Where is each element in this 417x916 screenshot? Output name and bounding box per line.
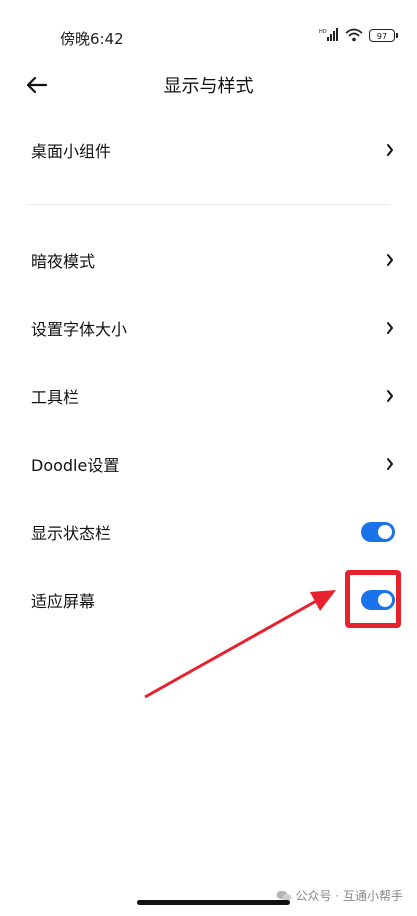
toggle-knob <box>378 525 392 539</box>
status-icons: HD 97 <box>319 28 398 42</box>
settings-row-dark-mode[interactable]: 暗夜模式 <box>0 230 417 290</box>
chevron-right-icon <box>387 144 393 156</box>
chevron-right-icon <box>387 390 393 402</box>
status-bar: 傍晚6:42 HD 97 <box>0 0 417 70</box>
chevron-right-icon <box>387 254 393 266</box>
chevron-right-icon <box>387 322 393 334</box>
settings-row-toolbar[interactable]: 工具栏 <box>0 366 417 426</box>
row-label: 工具栏 <box>31 388 80 407</box>
settings-row-font-size[interactable]: 设置字体大小 <box>0 298 417 358</box>
watermark-text: 公众号 · 互通小帮手 <box>295 889 403 903</box>
settings-row-show-status-bar: 显示状态栏 <box>0 502 417 562</box>
row-label: 适应屏幕 <box>31 592 96 611</box>
network-badge: HD <box>319 29 327 35</box>
app-bar: 显示与样式 <box>0 62 417 106</box>
row-label: Doodle设置 <box>31 456 120 475</box>
row-label: 暗夜模式 <box>31 252 96 271</box>
show-status-bar-toggle[interactable] <box>361 522 395 542</box>
section-divider <box>27 204 390 205</box>
annotation-highlight-box <box>345 570 401 628</box>
status-time: 傍晚6:42 <box>60 30 124 48</box>
watermark: 公众号 · 互通小帮手 <box>276 887 403 904</box>
wifi-icon <box>345 28 363 42</box>
battery-icon: 97 <box>369 28 398 42</box>
row-label: 桌面小组件 <box>31 142 112 161</box>
settings-row-doodle[interactable]: Doodle设置 <box>0 434 417 494</box>
home-indicator[interactable] <box>137 900 290 905</box>
settings-row-desktop-widget[interactable]: 桌面小组件 <box>0 120 417 180</box>
chevron-right-icon <box>387 458 393 470</box>
signal-icon: HD <box>319 28 338 41</box>
row-label: 设置字体大小 <box>31 320 128 339</box>
page-title: 显示与样式 <box>163 76 254 97</box>
row-label: 显示状态栏 <box>31 524 112 543</box>
battery-level: 97 <box>376 31 388 41</box>
